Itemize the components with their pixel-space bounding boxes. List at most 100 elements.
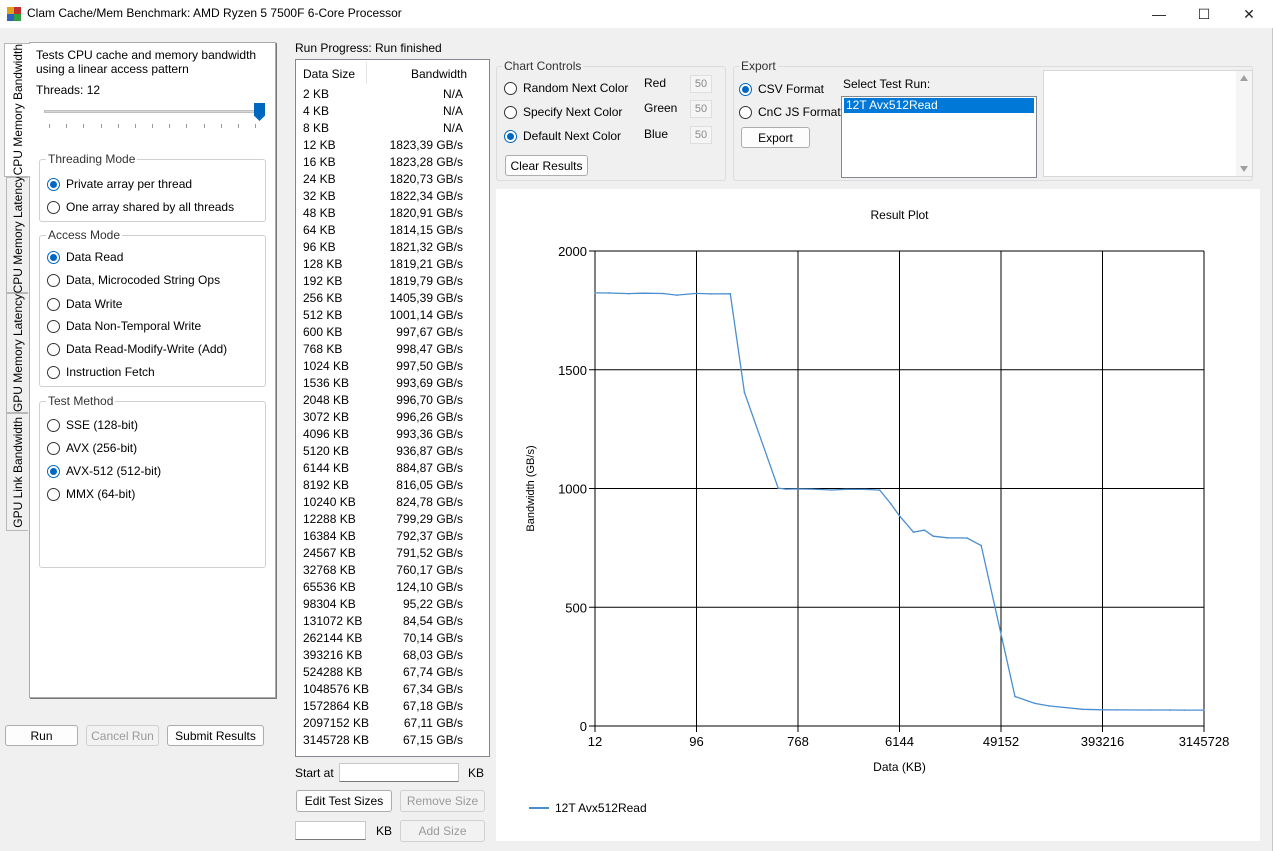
radio-data-write[interactable]: Data Write: [47, 297, 122, 311]
scroll-down-icon[interactable]: [1240, 166, 1248, 172]
radio-csv-format[interactable]: CSV Format: [739, 82, 824, 96]
bandwidth-cell: 67,34 GB/s: [402, 682, 463, 696]
table-row[interactable]: 192 KB 1819,79 GB/s: [303, 274, 463, 291]
tab-cpu-memory-bandwidth[interactable]: CPU Memory Bandwidth: [4, 43, 30, 177]
table-row[interactable]: 524288 KB 67,74 GB/s: [303, 665, 463, 682]
table-row[interactable]: 4 KB N/A: [303, 104, 463, 121]
threads-slider-thumb[interactable]: [254, 103, 265, 121]
table-row[interactable]: 16384 KB 792,37 GB/s: [303, 529, 463, 546]
test-run-listbox[interactable]: 12T Avx512Read: [841, 96, 1037, 178]
green-input[interactable]: 50: [690, 100, 712, 118]
radio-mmx[interactable]: MMX (64-bit): [47, 487, 135, 501]
table-row[interactable]: 12288 KB 799,29 GB/s: [303, 512, 463, 529]
minimize-button[interactable]: —: [1136, 0, 1182, 28]
radio-avx[interactable]: AVX (256-bit): [47, 441, 137, 455]
table-row[interactable]: 6144 KB 884,87 GB/s: [303, 461, 463, 478]
radio-data-read[interactable]: Data Read: [47, 250, 123, 264]
radio-indicator: [47, 250, 60, 264]
table-row[interactable]: 5120 KB 936,87 GB/s: [303, 444, 463, 461]
bandwidth-cell: N/A: [442, 121, 463, 135]
table-row[interactable]: 12 KB 1823,39 GB/s: [303, 138, 463, 155]
table-row[interactable]: 8192 KB 816,05 GB/s: [303, 478, 463, 495]
run-progress-value: Run finished: [375, 41, 442, 55]
table-row[interactable]: 2048 KB 996,70 GB/s: [303, 393, 463, 410]
data-size-cell: 512 KB: [303, 308, 343, 322]
clear-results-button[interactable]: Clear Results: [505, 155, 588, 176]
scroll-up-icon[interactable]: [1240, 75, 1248, 81]
table-row[interactable]: 48 KB 1820,91 GB/s: [303, 206, 463, 223]
threads-slider-track[interactable]: [44, 110, 260, 113]
radio-non-temporal-write[interactable]: Data Non-Temporal Write: [47, 319, 201, 333]
submit-results-button[interactable]: Submit Results: [167, 725, 264, 746]
radio-cnc-js-format[interactable]: CnC JS Format: [739, 105, 841, 119]
data-size-cell: 393216 KB: [303, 648, 363, 662]
radio-sse[interactable]: SSE (128-bit): [47, 418, 138, 432]
table-row[interactable]: 768 KB 998,47 GB/s: [303, 342, 463, 359]
table-row[interactable]: 1048576 KB 67,34 GB/s: [303, 682, 463, 699]
data-size-cell: 16 KB: [303, 155, 336, 169]
table-row[interactable]: 32768 KB 760,17 GB/s: [303, 563, 463, 580]
radio-specify-next-color[interactable]: Specify Next Color: [504, 105, 622, 119]
table-row[interactable]: 2097152 KB 67,11 GB/s: [303, 716, 463, 733]
table-row[interactable]: 3072 KB 996,26 GB/s: [303, 410, 463, 427]
red-input[interactable]: 50: [690, 75, 712, 93]
minimize-icon: —: [1152, 6, 1166, 22]
table-row[interactable]: 24567 KB 791,52 GB/s: [303, 546, 463, 563]
table-row[interactable]: 1572864 KB 67,18 GB/s: [303, 699, 463, 716]
table-row[interactable]: 128 KB 1819,21 GB/s: [303, 257, 463, 274]
table-row[interactable]: 64 KB 1814,15 GB/s: [303, 223, 463, 240]
table-row[interactable]: 512 KB 1001,14 GB/s: [303, 308, 463, 325]
radio-microcoded-string-ops[interactable]: Data, Microcoded String Ops: [47, 273, 220, 287]
radio-read-modify-write[interactable]: Data Read-Modify-Write (Add): [47, 342, 227, 356]
remove-size-button[interactable]: Remove Size: [400, 790, 485, 812]
table-row[interactable]: 600 KB 997,67 GB/s: [303, 325, 463, 342]
test-run-item-selected[interactable]: 12T Avx512Read: [844, 98, 1034, 113]
table-row[interactable]: 24 KB 1820,73 GB/s: [303, 172, 463, 189]
radio-random-next-color[interactable]: Random Next Color: [504, 81, 628, 95]
radio-private-array[interactable]: Private array per thread: [47, 177, 192, 191]
radio-instruction-fetch[interactable]: Instruction Fetch: [47, 365, 155, 379]
table-row[interactable]: 3145728 KB 67,15 GB/s: [303, 733, 463, 750]
start-at-input[interactable]: [339, 763, 459, 782]
table-row[interactable]: 16 KB 1823,28 GB/s: [303, 155, 463, 172]
radio-shared-array[interactable]: One array shared by all threads: [47, 200, 234, 214]
table-row[interactable]: 96 KB 1821,32 GB/s: [303, 240, 463, 257]
results-list[interactable]: Data Size Bandwidth 2 KB N/A 4 KB N/A 8 KB N/…: [295, 59, 490, 757]
add-size-input[interactable]: [295, 821, 366, 840]
export-scrollbar[interactable]: [1236, 71, 1252, 176]
column-header-data-size[interactable]: Data Size: [303, 67, 355, 89]
tab-gpu-memory-latency[interactable]: GPU Memory Latency: [6, 293, 28, 413]
table-row[interactable]: 10240 KB 824,78 GB/s: [303, 495, 463, 512]
table-row[interactable]: 4096 KB 993,36 GB/s: [303, 427, 463, 444]
tab-cpu-memory-latency[interactable]: CPU Memory Latency: [6, 176, 28, 294]
data-point: [675, 294, 678, 296]
table-row[interactable]: 65536 KB 124,10 GB/s: [303, 580, 463, 597]
table-row[interactable]: 8 KB N/A: [303, 121, 463, 138]
table-row[interactable]: 32 KB 1822,34 GB/s: [303, 189, 463, 206]
table-row[interactable]: 393216 KB 68,03 GB/s: [303, 648, 463, 665]
radio-default-next-color[interactable]: Default Next Color: [504, 129, 621, 143]
export-button[interactable]: Export: [741, 127, 810, 148]
tab-gpu-link-bandwidth[interactable]: GPU Link Bandwidth: [6, 413, 28, 531]
table-row[interactable]: 262144 KB 70,14 GB/s: [303, 631, 463, 648]
table-row[interactable]: 131072 KB 84,54 GB/s: [303, 614, 463, 631]
table-row[interactable]: 2 KB N/A: [303, 87, 463, 104]
add-size-button[interactable]: Add Size: [400, 820, 485, 842]
cancel-run-button[interactable]: Cancel Run: [86, 725, 159, 746]
table-row[interactable]: 98304 KB 95,22 GB/s: [303, 597, 463, 614]
bandwidth-cell: 799,29 GB/s: [396, 512, 463, 526]
table-row[interactable]: 1024 KB 997,50 GB/s: [303, 359, 463, 376]
blue-input[interactable]: 50: [690, 126, 712, 144]
bandwidth-cell: 998,47 GB/s: [396, 342, 463, 356]
edit-test-sizes-button[interactable]: Edit Test Sizes: [296, 790, 392, 812]
data-size-cell: 600 KB: [303, 325, 343, 339]
run-button[interactable]: Run: [5, 725, 78, 746]
x-axis-label: Data (KB): [873, 760, 926, 774]
export-textbox[interactable]: [1043, 70, 1253, 177]
table-row[interactable]: 1536 KB 993,69 GB/s: [303, 376, 463, 393]
table-row[interactable]: 256 KB 1405,39 GB/s: [303, 291, 463, 308]
radio-avx512[interactable]: AVX-512 (512-bit): [47, 464, 161, 478]
close-button[interactable]: ✕: [1226, 0, 1272, 28]
maximize-button[interactable]: ☐: [1181, 0, 1227, 28]
column-header-bandwidth[interactable]: Bandwidth: [411, 67, 467, 89]
